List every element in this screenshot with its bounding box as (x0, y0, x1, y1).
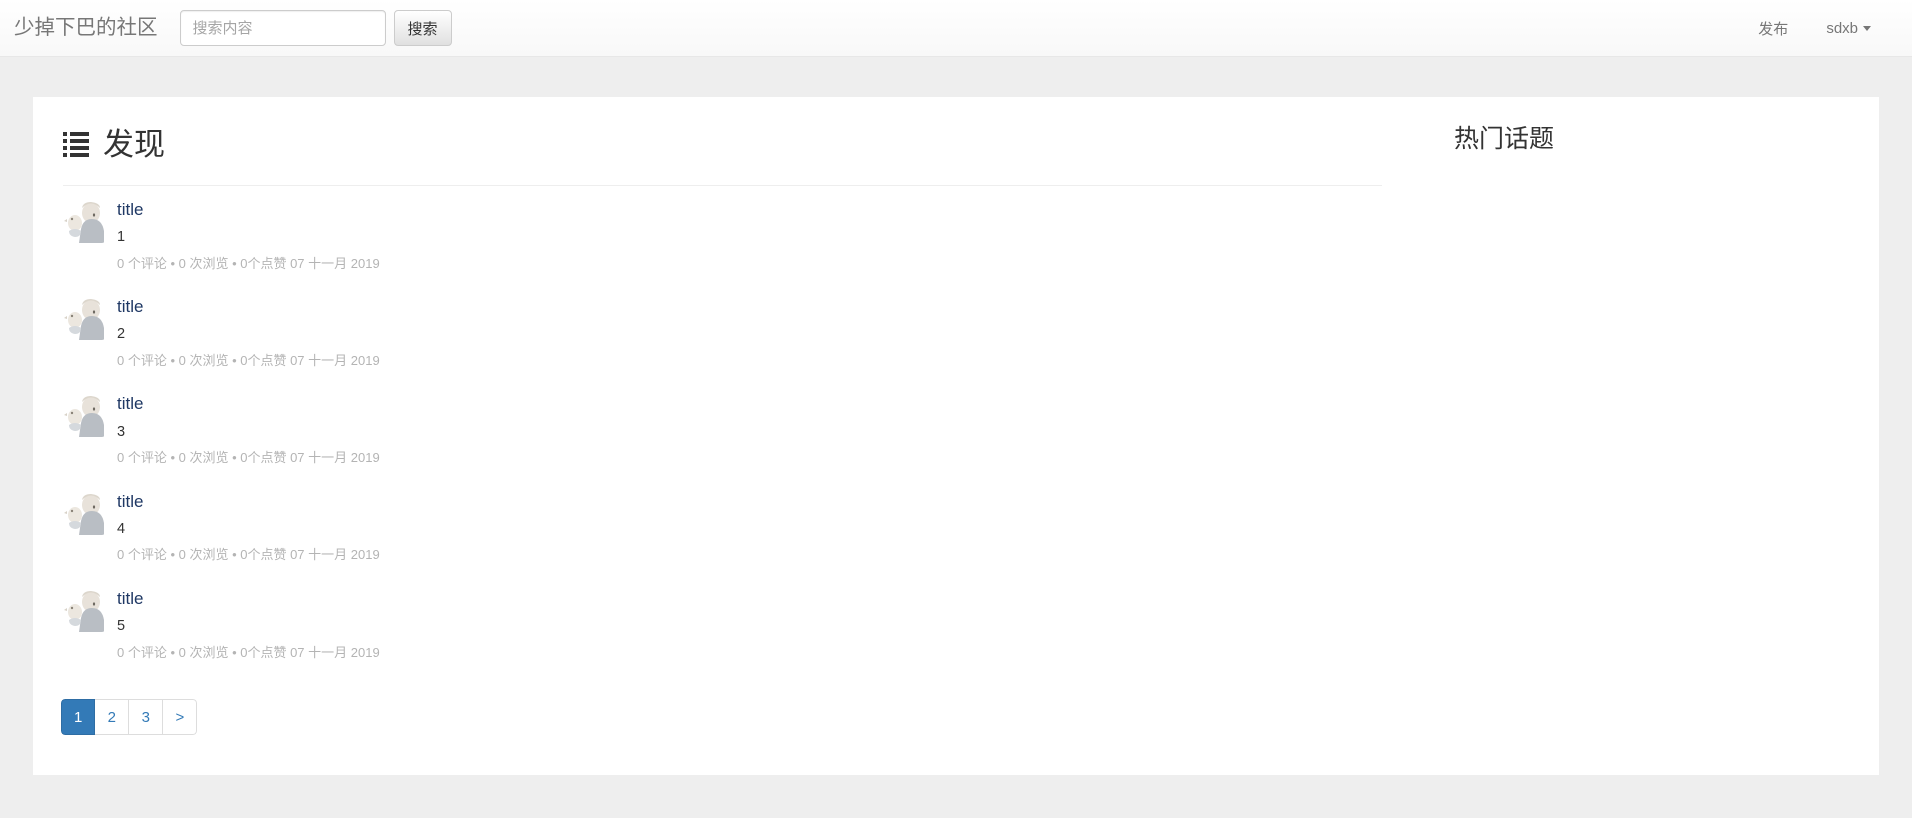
post-meta: 0 个评论 • 0 次浏览 • 0个点赞 07 十一月 2019 (117, 547, 380, 563)
pagination-next[interactable]: > (163, 699, 198, 736)
user-avatar-image[interactable] (61, 490, 105, 535)
post-title-link[interactable]: title (117, 296, 380, 317)
site-brand[interactable]: 少掉下巴的社区 (0, 17, 176, 39)
post-title-link[interactable]: title (117, 393, 380, 414)
search-button[interactable]: 搜索 (393, 10, 452, 46)
post-title-link[interactable]: title (117, 491, 380, 512)
post-body: title 1 0 个评论 • 0 次浏览 • 0个点赞 07 十一月 2019 (117, 199, 380, 271)
navbar-right-menu: 发布 sdxb (1742, 10, 1887, 47)
post-list: title 1 0 个评论 • 0 次浏览 • 0个点赞 07 十一月 2019 (51, 186, 1391, 672)
post-text: 5 (117, 618, 126, 635)
pagination: 1 2 3 > (61, 699, 198, 736)
post-body: title 5 0 个评论 • 0 次浏览 • 0个点赞 07 十一月 2019 (117, 588, 380, 660)
content-panel: 发现 title 1 0 个评论 • 0 次浏览 • 0个点赞 07 十一月 2… (33, 97, 1879, 775)
pagination-page-3[interactable]: 3 (129, 699, 164, 736)
user-menu-label: sdxb (1826, 19, 1858, 37)
search-input[interactable] (179, 10, 386, 46)
post-text: 1 (117, 229, 126, 246)
post-text: 4 (117, 520, 126, 537)
user-avatar-image[interactable] (61, 587, 105, 632)
main-column: 发现 title 1 0 个评论 • 0 次浏览 • 0个点赞 07 十一月 2… (33, 97, 1418, 775)
sidebar-title: 热门话题 (1454, 125, 1555, 153)
pagination-page-1[interactable]: 1 (61, 699, 96, 736)
pagination-page-2[interactable]: 2 (95, 699, 130, 736)
post-meta: 0 个评论 • 0 次浏览 • 0个点赞 07 十一月 2019 (117, 255, 380, 271)
sidebar-column: 热门话题 (1418, 97, 1879, 775)
post-meta: 0 个评论 • 0 次浏览 • 0个点赞 07 十一月 2019 (117, 352, 380, 368)
post-meta: 0 个评论 • 0 次浏览 • 0个点赞 07 十一月 2019 (117, 450, 380, 466)
post-title-link[interactable]: title (117, 199, 380, 220)
list-item[interactable]: title 2 0 个评论 • 0 次浏览 • 0个点赞 07 十一月 2019 (53, 283, 1391, 380)
post-body: title 3 0 个评论 • 0 次浏览 • 0个点赞 07 十一月 2019 (117, 393, 380, 465)
list-item[interactable]: title 1 0 个评论 • 0 次浏览 • 0个点赞 07 十一月 2019 (53, 186, 1391, 283)
post-text: 3 (117, 423, 126, 440)
post-body: title 2 0 个评论 • 0 次浏览 • 0个点赞 07 十一月 2019 (117, 296, 380, 368)
navbar-search-form: 搜索 (179, 10, 452, 46)
page-wrapper: 发现 title 1 0 个评论 • 0 次浏览 • 0个点赞 07 十一月 2… (0, 57, 1912, 775)
post-body: title 4 0 个评论 • 0 次浏览 • 0个点赞 07 十一月 2019 (117, 491, 380, 563)
list-item[interactable]: title 5 0 个评论 • 0 次浏览 • 0个点赞 07 十一月 2019 (53, 575, 1391, 672)
top-navbar: 少掉下巴的社区 搜索 发布 sdxb (0, 0, 1912, 57)
user-menu-toggle[interactable]: sdxb (1810, 12, 1887, 45)
list-item[interactable]: title 3 0 个评论 • 0 次浏览 • 0个点赞 07 十一月 2019 (53, 380, 1391, 477)
publish-link[interactable]: 发布 (1742, 10, 1804, 47)
caret-down-icon (1863, 26, 1871, 32)
post-text: 2 (117, 326, 126, 343)
post-title-link[interactable]: title (117, 588, 380, 609)
page-title: 发现 (103, 127, 165, 162)
user-avatar-image[interactable] (61, 393, 105, 438)
list-icon (63, 132, 89, 157)
page-header: 发现 (51, 119, 1391, 160)
post-meta: 0 个评论 • 0 次浏览 • 0个点赞 07 十一月 2019 (117, 644, 380, 660)
list-item[interactable]: title 4 0 个评论 • 0 次浏览 • 0个点赞 07 十一月 2019 (53, 478, 1391, 575)
user-avatar-image[interactable] (61, 199, 105, 243)
user-avatar-image[interactable] (61, 296, 105, 341)
